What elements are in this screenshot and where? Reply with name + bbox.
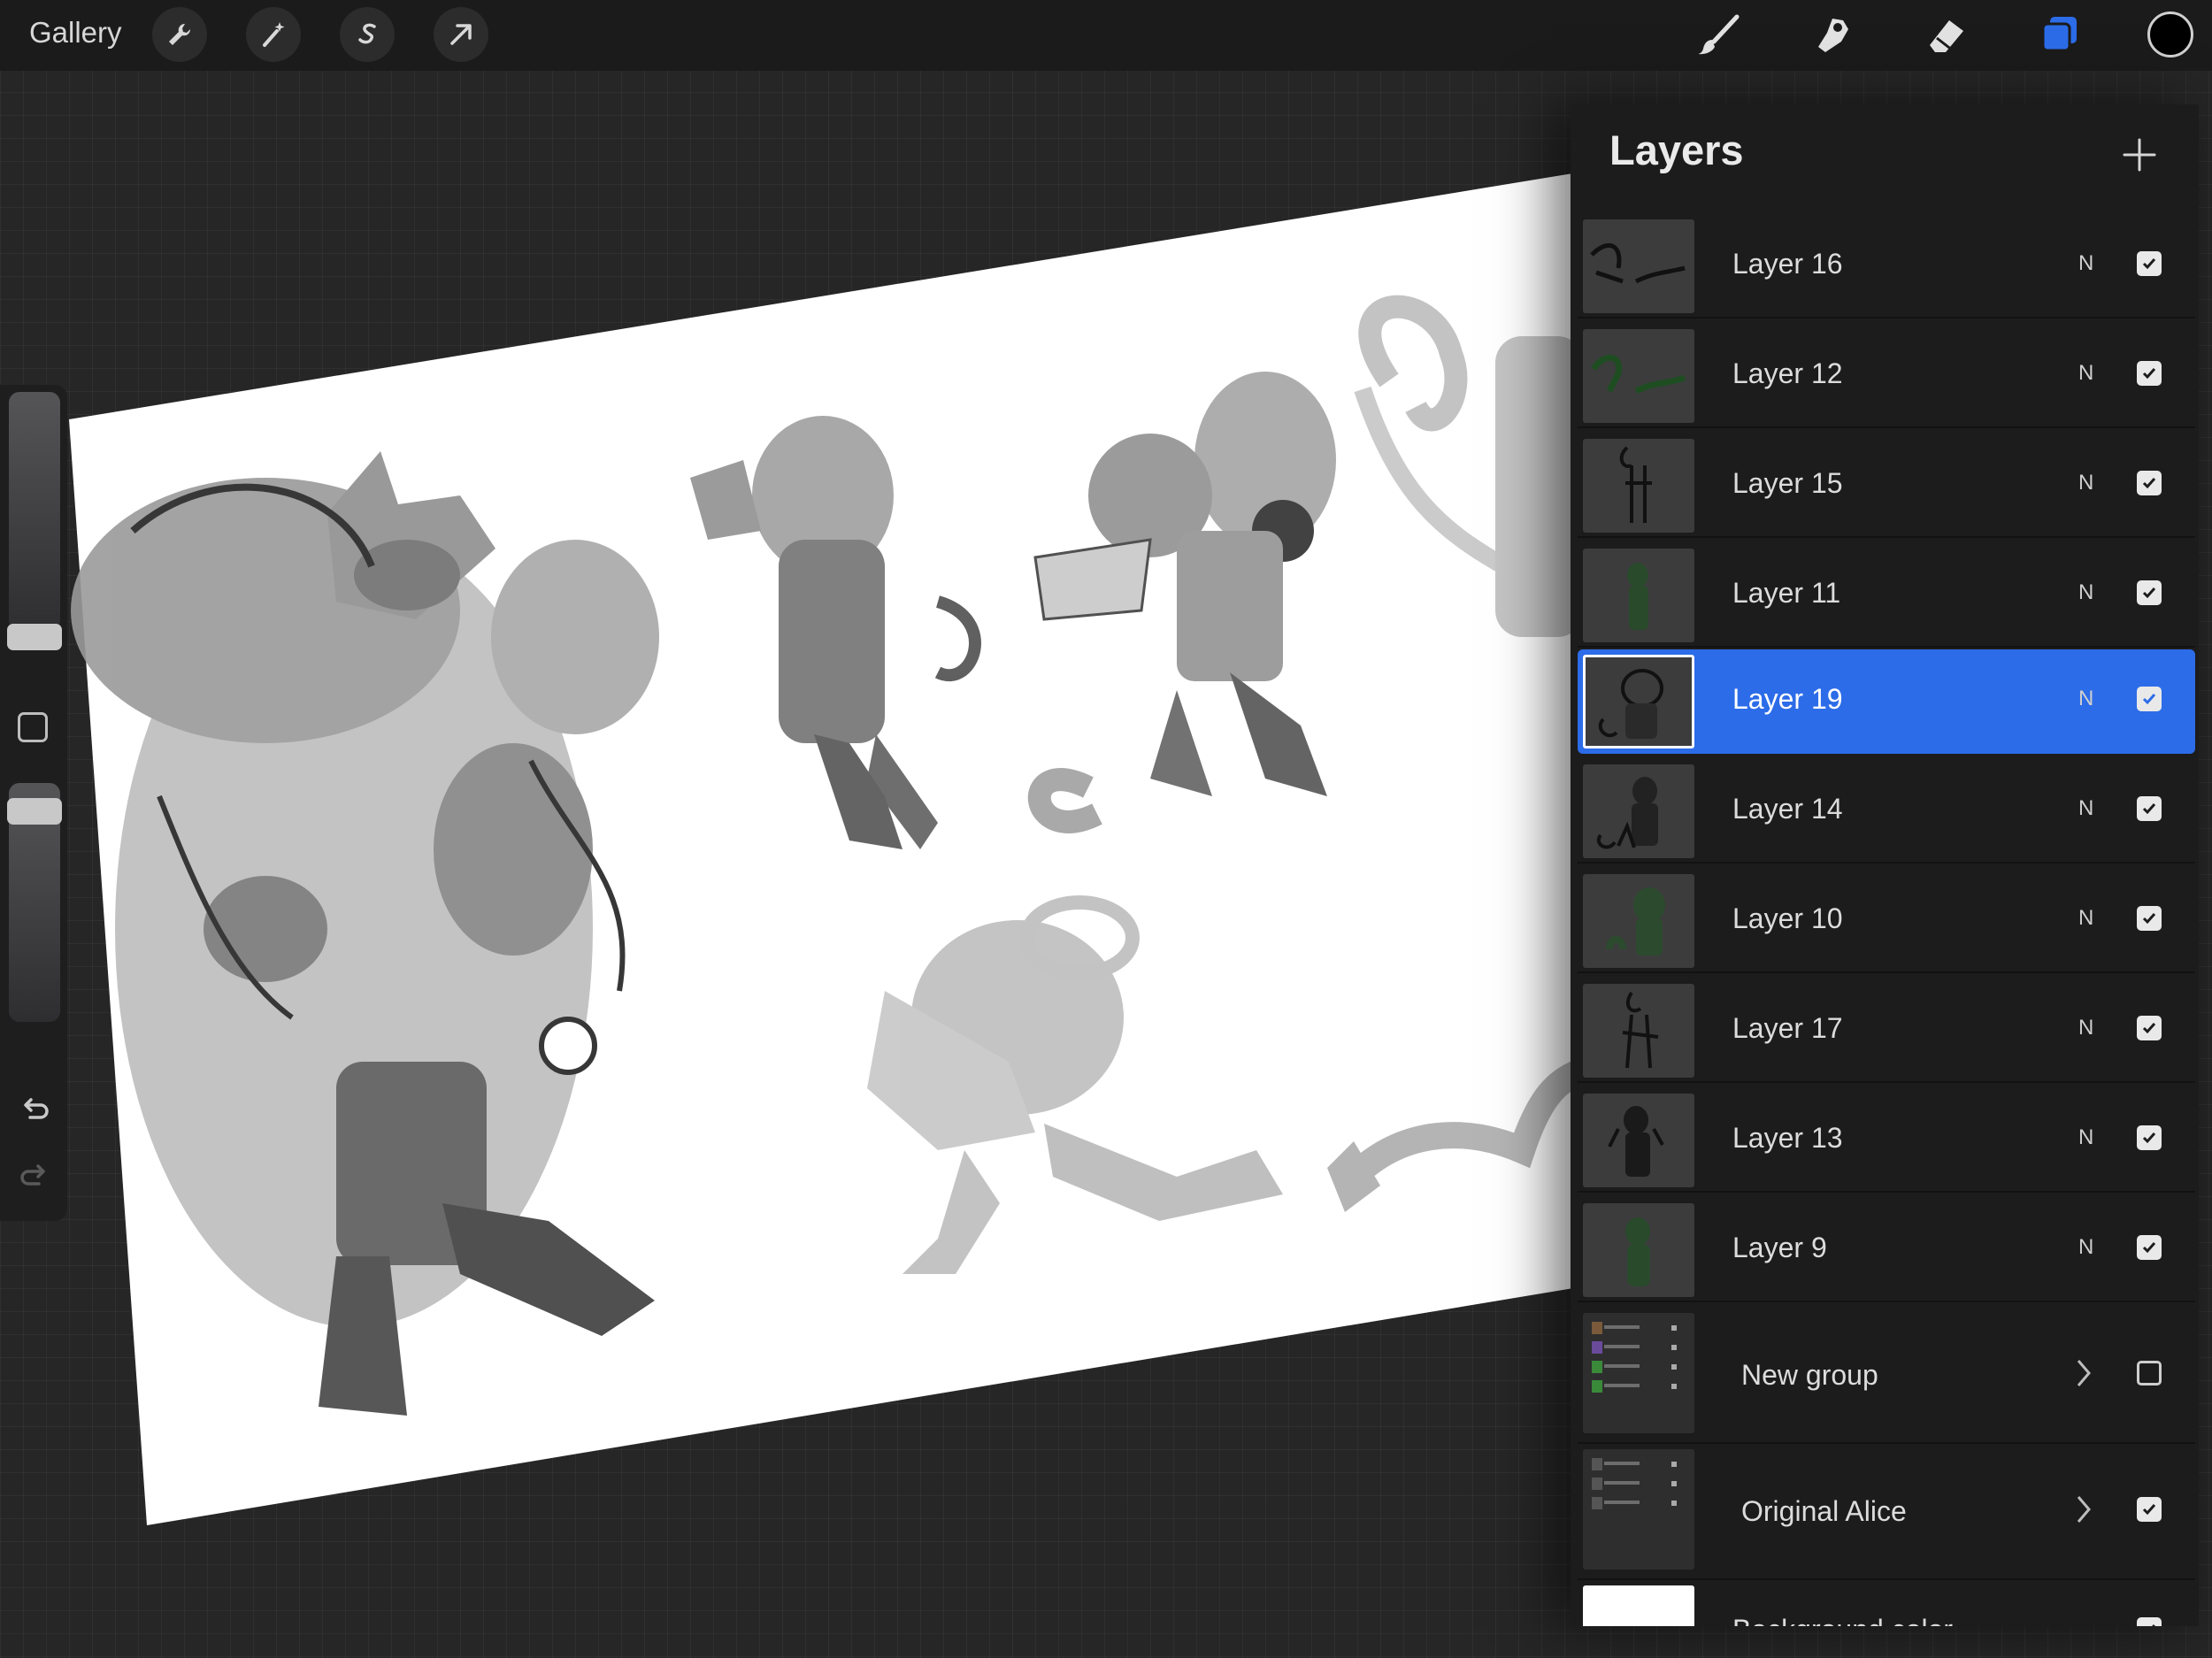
blend-mode-button[interactable]: N (2078, 251, 2093, 276)
chevron-right-icon[interactable] (2073, 1493, 2094, 1525)
gallery-button[interactable]: Gallery (29, 16, 122, 50)
visibility-checkbox[interactable] (2137, 580, 2162, 605)
layer-row[interactable]: Layer 10 N (1578, 869, 2195, 973)
layer-name: Layer 11 (1732, 577, 1841, 609)
layer-thumbnail (1583, 655, 1694, 748)
background-color-row[interactable]: Background color (1578, 1580, 2195, 1626)
layer-name: Layer 14 (1732, 793, 1843, 825)
layer-row[interactable]: Layer 11 N (1578, 543, 2195, 648)
layer-thumbnail (1583, 984, 1694, 1078)
blend-mode-button[interactable]: N (2078, 687, 2093, 711)
visibility-checkbox[interactable] (2137, 1361, 2162, 1386)
layer-name: Layer 13 (1732, 1122, 1843, 1154)
visibility-checkbox[interactable] (2137, 1125, 2162, 1150)
layer-row[interactable]: Layer 16 N (1578, 214, 2195, 319)
layer-thumbnail (1583, 874, 1694, 968)
layer-name: Layer 10 (1732, 902, 1843, 934)
square-icon[interactable] (18, 712, 48, 742)
layer-name: Layer 16 (1732, 248, 1843, 280)
blend-mode-button[interactable]: N (2078, 1125, 2093, 1150)
smudge-icon[interactable] (1809, 11, 1858, 60)
layer-thumbnail (1583, 439, 1694, 533)
layer-name: Layer 12 (1732, 357, 1843, 389)
blend-mode-button[interactable]: N (2078, 1016, 2093, 1040)
layers-icon[interactable] (2035, 11, 2085, 60)
layer-row[interactable]: Layer 12 N (1578, 324, 2195, 428)
visibility-checkbox[interactable] (2137, 251, 2162, 276)
layer-name: Layer 19 (1732, 683, 1843, 715)
blend-mode-button[interactable]: N (2078, 1235, 2093, 1260)
visibility-checkbox[interactable] (2137, 1016, 2162, 1040)
wrench-icon[interactable] (152, 7, 207, 62)
brush-size-knob[interactable] (7, 624, 62, 650)
layer-name: Layer 15 (1732, 467, 1843, 499)
top-toolbar: Gallery (0, 0, 2212, 71)
layer-group-row[interactable]: New group (1578, 1308, 2195, 1444)
layer-name: Layer 9 (1732, 1232, 1827, 1263)
chevron-right-icon[interactable] (2073, 1357, 2094, 1389)
transform-arrow-icon[interactable] (434, 7, 488, 62)
blend-mode-button[interactable]: N (2078, 796, 2093, 821)
undo-icon[interactable] (18, 1093, 51, 1126)
layer-thumbnail (1583, 329, 1694, 423)
visibility-checkbox[interactable] (2137, 1235, 2162, 1260)
visibility-checkbox[interactable] (2137, 361, 2162, 386)
layer-thumbnail (1583, 1094, 1694, 1187)
group-thumbnail (1583, 1449, 1694, 1570)
layer-row[interactable]: Layer 13 N (1578, 1088, 2195, 1193)
layer-row[interactable]: Layer 17 N (1578, 979, 2195, 1083)
layer-thumbnail (1583, 219, 1694, 313)
layer-row[interactable]: Layer 9 N (1578, 1198, 2195, 1302)
layer-row[interactable]: Layer 15 N (1578, 434, 2195, 538)
visibility-checkbox[interactable] (2137, 1497, 2162, 1522)
visibility-checkbox[interactable] (2137, 1617, 2162, 1626)
layers-panel: Layers Layer 16 N Layer 12 N Layer 15 N … (1571, 104, 2199, 1626)
sketch-cat (1327, 1057, 1589, 1212)
group-thumbnail (1583, 1313, 1694, 1433)
layer-thumbnail (1583, 1203, 1694, 1297)
brush-size-slider[interactable] (9, 392, 60, 631)
layer-thumbnail (1583, 549, 1694, 642)
canvas-paper (69, 172, 1584, 1525)
redo-icon[interactable] (18, 1159, 51, 1193)
opacity-knob[interactable] (7, 798, 62, 825)
selection-icon[interactable] (340, 7, 395, 62)
blend-mode-button[interactable]: N (2078, 471, 2093, 495)
layers-title: Layers (1609, 127, 1744, 173)
sketch-character-3 (1027, 372, 1336, 833)
visibility-checkbox[interactable] (2137, 687, 2162, 711)
group-name: New group (1741, 1359, 1878, 1391)
sketch-character-main (71, 451, 659, 1416)
blend-mode-button[interactable]: N (2078, 906, 2093, 931)
eraser-icon[interactable] (1922, 11, 1971, 60)
plus-icon[interactable] (2121, 136, 2158, 173)
layer-name: Background color (1732, 1614, 1953, 1626)
layer-name: Layer 17 (1732, 1012, 1843, 1044)
background-thumbnail (1583, 1585, 1694, 1626)
sketch-right-edge (1354, 295, 1584, 637)
visibility-checkbox[interactable] (2137, 906, 2162, 931)
visibility-checkbox[interactable] (2137, 796, 2162, 821)
blend-mode-button[interactable]: N (2078, 361, 2093, 386)
layer-thumbnail (1583, 764, 1694, 858)
group-name: Original Alice (1741, 1495, 1907, 1527)
visibility-checkbox[interactable] (2137, 471, 2162, 495)
color-picker-swatch[interactable] (2147, 12, 2193, 58)
layer-row[interactable]: Layer 14 N (1578, 759, 2195, 864)
magic-wand-icon[interactable] (246, 7, 301, 62)
sketch-character-2 (690, 416, 981, 849)
layer-row-selected[interactable]: Layer 19 N (1578, 649, 2195, 754)
brush-icon[interactable] (1694, 11, 1743, 60)
blend-mode-button[interactable]: N (2078, 580, 2093, 605)
layer-group-row[interactable]: Original Alice (1578, 1444, 2195, 1580)
sketch-character-4 (867, 895, 1283, 1274)
left-sidebar (0, 385, 67, 1221)
